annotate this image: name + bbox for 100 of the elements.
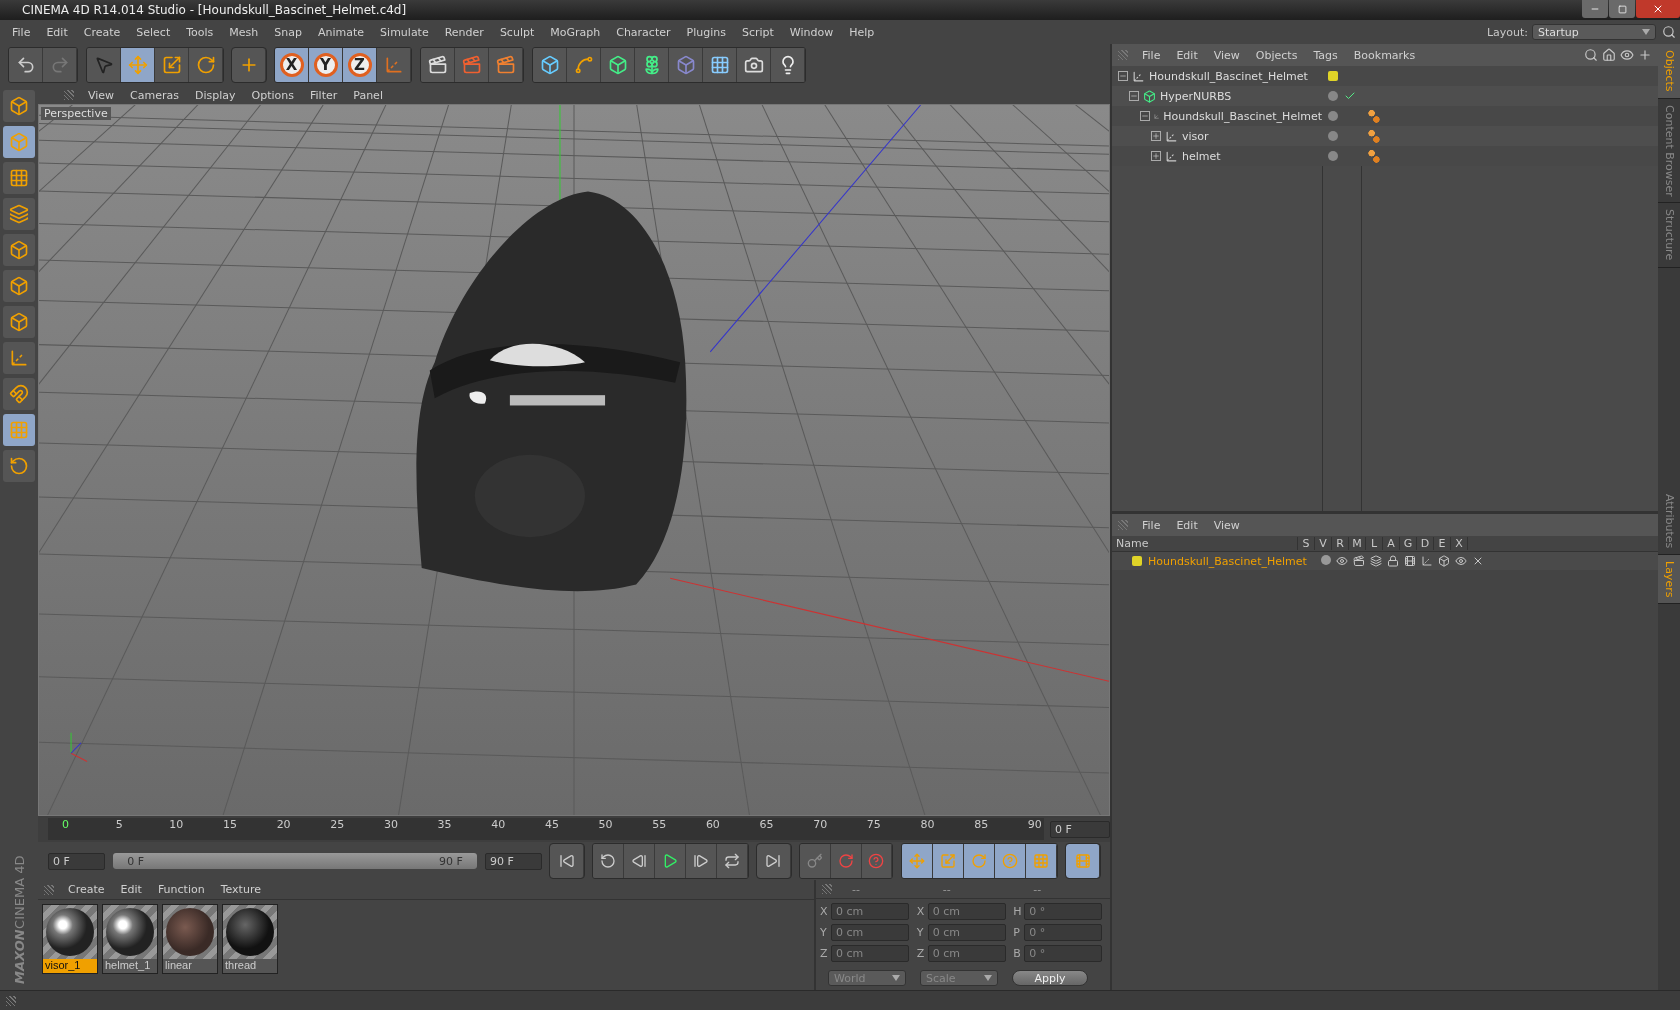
menu-item[interactable]: Render: [436, 25, 492, 39]
object-row[interactable]: visor: [1112, 126, 1658, 146]
snap-button[interactable]: [3, 450, 35, 482]
menu-item[interactable]: Character: [608, 25, 679, 39]
panel-grip-icon[interactable]: [44, 884, 54, 895]
go-to-start-button[interactable]: [550, 844, 585, 878]
coordinate-field[interactable]: 0 cm: [831, 945, 909, 962]
panel-grip-icon[interactable]: [64, 90, 74, 100]
coordinate-field[interactable]: 0 cm: [927, 924, 1006, 941]
play-button[interactable]: [655, 844, 686, 878]
layer-dot[interactable]: [1328, 151, 1338, 161]
menu-item[interactable]: Script: [733, 25, 782, 39]
viewport-menu-item[interactable]: Panel: [345, 88, 391, 102]
scale-tool[interactable]: [155, 48, 189, 82]
key-point-level-button[interactable]: [1026, 844, 1057, 878]
material-menu-item[interactable]: Edit: [112, 883, 150, 896]
coordinate-field[interactable]: 0 cm: [927, 945, 1006, 962]
menu-item[interactable]: File: [4, 25, 39, 39]
material-swatch[interactable]: linear: [162, 904, 218, 974]
material-menu-item[interactable]: Function: [149, 883, 213, 896]
side-tab[interactable]: Layers: [1658, 554, 1680, 605]
viewport-menu-item[interactable]: Filter: [302, 88, 346, 102]
axis-lock-button[interactable]: Y: [309, 48, 343, 82]
expand-icon[interactable]: [1151, 131, 1161, 141]
object-menu-item[interactable]: Tags: [1305, 48, 1346, 62]
coordinate-field[interactable]: 0 cm: [927, 903, 1006, 920]
move-tool[interactable]: [121, 48, 155, 82]
material-menu-item[interactable]: Create: [60, 883, 113, 896]
coordinate-field[interactable]: 0 cm: [831, 903, 909, 920]
render-settings-button[interactable]: [489, 48, 523, 82]
column-header[interactable]: V: [1315, 537, 1332, 550]
home-icon[interactable]: [1602, 48, 1616, 62]
viewport-menu-item[interactable]: Cameras: [122, 88, 187, 102]
column-header[interactable]: A: [1383, 537, 1400, 550]
current-frame-field[interactable]: 0 F: [1050, 820, 1110, 838]
cube-button[interactable]: [533, 48, 567, 82]
object-row[interactable]: HyperNURBS: [1112, 86, 1658, 106]
camera-button[interactable]: [737, 48, 771, 82]
object-menu-item[interactable]: Edit: [1168, 48, 1206, 62]
viewport-menu-item[interactable]: Options: [243, 88, 302, 102]
nurbs-cube-button[interactable]: [601, 48, 635, 82]
tag-icon[interactable]: [1368, 129, 1380, 143]
layout-dropdown[interactable]: Startup: [1532, 24, 1656, 40]
material-menu-item[interactable]: Texture: [212, 883, 269, 896]
viewport[interactable]: Perspective: [38, 104, 1110, 816]
light-button[interactable]: [771, 48, 805, 82]
layer-menu-item[interactable]: File: [1134, 518, 1169, 532]
transform-tool[interactable]: [232, 48, 266, 82]
search-icon[interactable]: [1584, 48, 1598, 62]
undo-button[interactable]: [9, 48, 43, 82]
spline-button[interactable]: [567, 48, 601, 82]
minimize-button[interactable]: [1582, 0, 1608, 18]
timeline-button[interactable]: [1066, 844, 1100, 878]
column-header[interactable]: D: [1417, 537, 1434, 550]
render-icon[interactable]: [1352, 555, 1365, 567]
viewport-menu-item[interactable]: Display: [187, 88, 244, 102]
layer-dot[interactable]: [1328, 91, 1338, 101]
layer-dot[interactable]: [1328, 131, 1338, 141]
menu-item[interactable]: Select: [128, 25, 179, 39]
object-menu-item[interactable]: Bookmarks: [1345, 48, 1424, 62]
column-header[interactable]: S: [1298, 537, 1315, 550]
select-tool[interactable]: [87, 48, 121, 82]
menu-item[interactable]: Animate: [310, 25, 373, 39]
layer-menu-item[interactable]: Edit: [1168, 518, 1206, 532]
collapse-icon[interactable]: [1118, 71, 1128, 81]
frame-range-slider[interactable]: 0 F 90 F: [113, 853, 477, 869]
viewport-menu-item[interactable]: View: [80, 88, 123, 102]
menu-item[interactable]: Tools: [178, 25, 222, 39]
collapse-icon[interactable]: [1129, 91, 1139, 101]
column-header[interactable]: R: [1332, 537, 1349, 550]
collapse-icon[interactable]: [1140, 111, 1150, 121]
object-menu-item[interactable]: Objects: [1247, 48, 1306, 62]
magnet-button[interactable]: [3, 378, 35, 410]
previous-key-button[interactable]: [593, 844, 625, 878]
texture-mode-button[interactable]: [3, 162, 35, 194]
floor-button[interactable]: [703, 48, 737, 82]
axis-button[interactable]: [3, 342, 35, 374]
key-position-button[interactable]: [902, 844, 934, 878]
column-header[interactable]: E: [1434, 537, 1451, 550]
material-swatch[interactable]: visor_1: [42, 904, 98, 974]
animation-icon[interactable]: [1403, 555, 1416, 567]
workplane-button[interactable]: [3, 198, 35, 230]
record-button[interactable]: [799, 844, 831, 878]
timeline-ruler[interactable]: 0 5 10 15 20 25 30 35 40 45 50 55 60 65 70 75 80 85 90: [48, 818, 1044, 840]
lock-icon[interactable]: [1386, 555, 1399, 567]
deformer-icon[interactable]: [1437, 555, 1450, 567]
menu-item[interactable]: Help: [841, 25, 883, 39]
menu-item[interactable]: Sculpt: [491, 25, 543, 39]
tag-icon[interactable]: [1368, 109, 1380, 123]
coordinate-system-button[interactable]: [377, 48, 411, 82]
layer-row[interactable]: Houndskull_Bascinet_Helmet: [1112, 552, 1658, 570]
object-menu-item[interactable]: View: [1205, 48, 1248, 62]
render-picture-button[interactable]: [455, 48, 489, 82]
column-header[interactable]: Name: [1112, 537, 1298, 550]
eye-icon[interactable]: [1620, 48, 1634, 62]
key-scale-button[interactable]: [933, 844, 965, 878]
go-to-end-button[interactable]: [756, 844, 791, 878]
polygons-mode-button[interactable]: [3, 306, 35, 338]
apply-button[interactable]: Apply: [1012, 970, 1088, 986]
panel-grip-icon[interactable]: [6, 995, 16, 1006]
